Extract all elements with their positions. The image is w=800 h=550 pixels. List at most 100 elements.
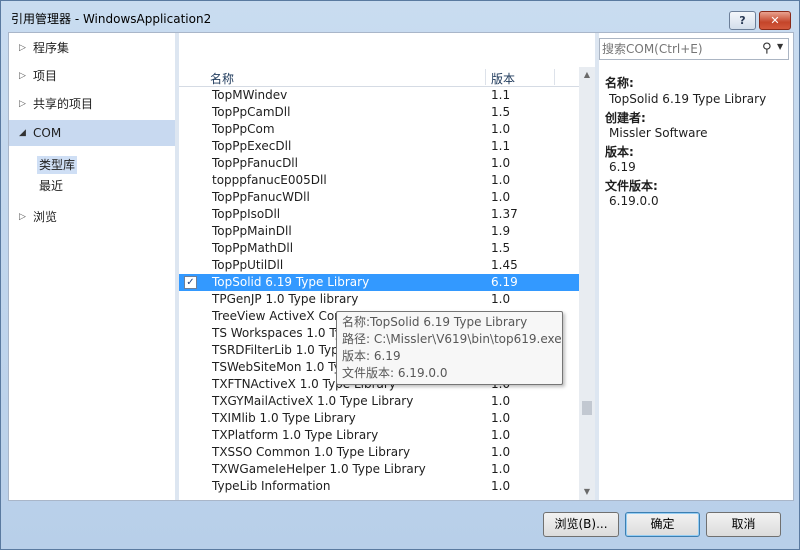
row-version: 1.9 bbox=[491, 224, 511, 238]
table-row[interactable]: TopPpMathDll 1.5 bbox=[179, 240, 579, 257]
expand-arrow-icon[interactable]: ▷ bbox=[19, 91, 26, 117]
row-name: TXGYMailActiveX 1.0 Type Library bbox=[212, 394, 414, 408]
tooltip-version: 版本: 6.19 bbox=[342, 349, 401, 363]
row-version: 1.45 bbox=[491, 258, 518, 272]
row-version: 1.0 bbox=[491, 173, 511, 187]
table-row[interactable]: TopPpExecDll 1.1 bbox=[179, 138, 579, 155]
detail-file-version-label: 文件版本: bbox=[605, 179, 658, 193]
reference-checkbox[interactable]: ✓ bbox=[184, 276, 197, 289]
column-separator[interactable] bbox=[554, 69, 555, 85]
category-sidebar: ▷ 程序集 ▷ 项目 ▷ 共享的项目 ◢ COM 类型库 最近 ▷ 浏览 bbox=[9, 33, 175, 500]
details-pane: ⚲ ▼ 名称: TopSolid 6.19 Type Library 创建者: … bbox=[599, 33, 793, 500]
sidebar-item-shared-projects[interactable]: ▷ 共享的项目 bbox=[9, 91, 175, 117]
expand-arrow-icon[interactable]: ▷ bbox=[19, 204, 26, 230]
table-row[interactable]: TXPlatform 1.0 Type Library 1.0 bbox=[179, 427, 579, 444]
table-row[interactable]: TPGenJP 1.0 Type library 1.0 bbox=[179, 291, 579, 308]
row-name: TopPpIsoDll bbox=[212, 207, 281, 221]
row-name: TXPlatform 1.0 Type Library bbox=[212, 428, 379, 442]
expand-arrow-icon[interactable]: ▷ bbox=[19, 63, 26, 89]
table-row[interactable]: TypeLib Information 1.0 bbox=[179, 478, 579, 495]
help-button[interactable]: ? bbox=[729, 11, 756, 30]
row-version: 1.1 bbox=[491, 139, 511, 153]
list-header: 名称 版本 bbox=[179, 67, 579, 87]
row-name: TopPpMathDll bbox=[212, 241, 294, 255]
table-row[interactable]: TXGYMailActiveX 1.0 Type Library 1.0 bbox=[179, 393, 579, 410]
scroll-up-icon[interactable]: ▲ bbox=[579, 67, 595, 83]
row-name: TopPpCamDll bbox=[212, 105, 291, 119]
search-box[interactable]: ⚲ ▼ bbox=[599, 38, 789, 60]
row-name: TopMWindev bbox=[212, 88, 288, 102]
sidebar-item-browse[interactable]: ▷ 浏览 bbox=[9, 204, 175, 230]
row-name: TreeView ActiveX Cor bbox=[212, 309, 340, 323]
table-row[interactable]: ✓ TopSolid 6.19 Type Library 6.19 bbox=[179, 274, 579, 291]
row-name: TSRDFilterLib 1.0 Type bbox=[212, 343, 347, 357]
table-row[interactable]: TXIMlib 1.0 Type Library 1.0 bbox=[179, 410, 579, 427]
row-name: TSWebSiteMon 1.0 Ty bbox=[212, 360, 341, 374]
detail-version-label: 版本: bbox=[605, 145, 634, 159]
table-row[interactable]: TopPpFanucDll 1.0 bbox=[179, 155, 579, 172]
row-version: 1.0 bbox=[491, 411, 511, 425]
table-row[interactable]: topppfanucE005Dll 1.0 bbox=[179, 172, 579, 189]
tooltip-path: 路径: C:\Missler\V619\bin\top619.exe bbox=[342, 332, 562, 346]
row-version: 1.0 bbox=[491, 156, 511, 170]
sidebar-item-label: 项目 bbox=[33, 69, 58, 83]
row-version: 6.19 bbox=[491, 275, 518, 289]
row-version: 1.37 bbox=[491, 207, 518, 221]
sidebar-subitem-type-libraries[interactable]: 类型库 bbox=[37, 156, 78, 174]
table-row[interactable]: TopPpUtilDll 1.45 bbox=[179, 257, 579, 274]
table-row[interactable]: TopPpIsoDll 1.37 bbox=[179, 206, 579, 223]
table-row[interactable]: TXWGameIeHelper 1.0 Type Library 1.0 bbox=[179, 461, 579, 478]
row-version: 1.0 bbox=[491, 462, 511, 476]
table-row[interactable]: TXSSO Common 1.0 Type Library 1.0 bbox=[179, 444, 579, 461]
row-version: 1.0 bbox=[491, 479, 511, 493]
detail-creator-value: Missler Software bbox=[609, 126, 708, 140]
expand-arrow-icon[interactable]: ▷ bbox=[19, 35, 26, 61]
vertical-scrollbar[interactable]: ▲ ▼ bbox=[579, 67, 595, 500]
sidebar-item-com[interactable]: ◢ COM bbox=[9, 120, 175, 146]
cancel-button[interactable]: 取消 bbox=[706, 512, 781, 537]
detail-creator-label: 创建者: bbox=[605, 111, 646, 125]
collapse-arrow-icon[interactable]: ◢ bbox=[19, 120, 26, 146]
row-name: TopPpUtilDll bbox=[212, 258, 284, 272]
window-title: 引用管理器 - WindowsApplication2 bbox=[11, 12, 212, 26]
search-icon[interactable]: ⚲ bbox=[762, 41, 772, 56]
close-button[interactable]: ✕ bbox=[759, 11, 791, 30]
scroll-down-icon[interactable]: ▼ bbox=[579, 484, 595, 500]
row-version: 1.0 bbox=[491, 292, 511, 306]
column-separator[interactable] bbox=[485, 69, 486, 85]
search-input[interactable] bbox=[602, 40, 758, 58]
title-bar[interactable]: 引用管理器 - WindowsApplication2 ? ✕ bbox=[1, 1, 799, 31]
table-row[interactable]: TopPpCom 1.0 bbox=[179, 121, 579, 138]
detail-name-value: TopSolid 6.19 Type Library bbox=[609, 92, 767, 106]
table-row[interactable]: TopMWindev 1.1 bbox=[179, 87, 579, 104]
sidebar-item-label: 浏览 bbox=[33, 210, 58, 224]
sidebar-item-label: 程序集 bbox=[33, 41, 70, 55]
row-name: TopPpMainDll bbox=[212, 224, 292, 238]
list-rows: TopMWindev 1.1 TopPpCamDll 1.5 TopPpCom 1.0 To… bbox=[179, 87, 579, 500]
detail-version-value: 6.19 bbox=[609, 160, 636, 174]
row-name: TXSSO Common 1.0 Type Library bbox=[212, 445, 411, 459]
column-header-version[interactable]: 版本 bbox=[491, 70, 515, 87]
column-header-name[interactable]: 名称 bbox=[210, 70, 234, 87]
row-version: 1.5 bbox=[491, 105, 511, 119]
com-library-list: 名称 版本 TopMWindev 1.1 TopPpCamDll 1.5 TopPpCo… bbox=[179, 33, 579, 500]
table-row[interactable]: TopPpCamDll 1.5 bbox=[179, 104, 579, 121]
ok-button[interactable]: 确定 bbox=[625, 512, 700, 537]
sidebar-item-projects[interactable]: ▷ 项目 bbox=[9, 63, 175, 89]
table-row[interactable]: TopPpMainDll 1.9 bbox=[179, 223, 579, 240]
scroll-thumb[interactable] bbox=[582, 401, 592, 415]
browse-button[interactable]: 浏览(B)... bbox=[543, 512, 619, 537]
row-name: TopSolid 6.19 Type Library bbox=[212, 275, 370, 289]
chevron-down-icon[interactable]: ▼ bbox=[777, 42, 783, 51]
sidebar-item-label: 共享的项目 bbox=[33, 97, 94, 111]
row-version: 1.0 bbox=[491, 190, 511, 204]
sidebar-subitem-recent[interactable]: 最近 bbox=[37, 177, 65, 195]
row-name: TopPpExecDll bbox=[212, 139, 292, 153]
sidebar-item-assemblies[interactable]: ▷ 程序集 bbox=[9, 35, 175, 61]
table-row[interactable]: TopPpFanucWDll 1.0 bbox=[179, 189, 579, 206]
row-name: TopPpCom bbox=[212, 122, 275, 136]
row-name: TXIMlib 1.0 Type Library bbox=[212, 411, 356, 425]
tooltip-name: 名称:TopSolid 6.19 Type Library bbox=[342, 315, 528, 329]
detail-name-label: 名称: bbox=[605, 76, 634, 90]
library-tooltip: 名称:TopSolid 6.19 Type Library 路径: C:\Mis… bbox=[336, 311, 563, 385]
